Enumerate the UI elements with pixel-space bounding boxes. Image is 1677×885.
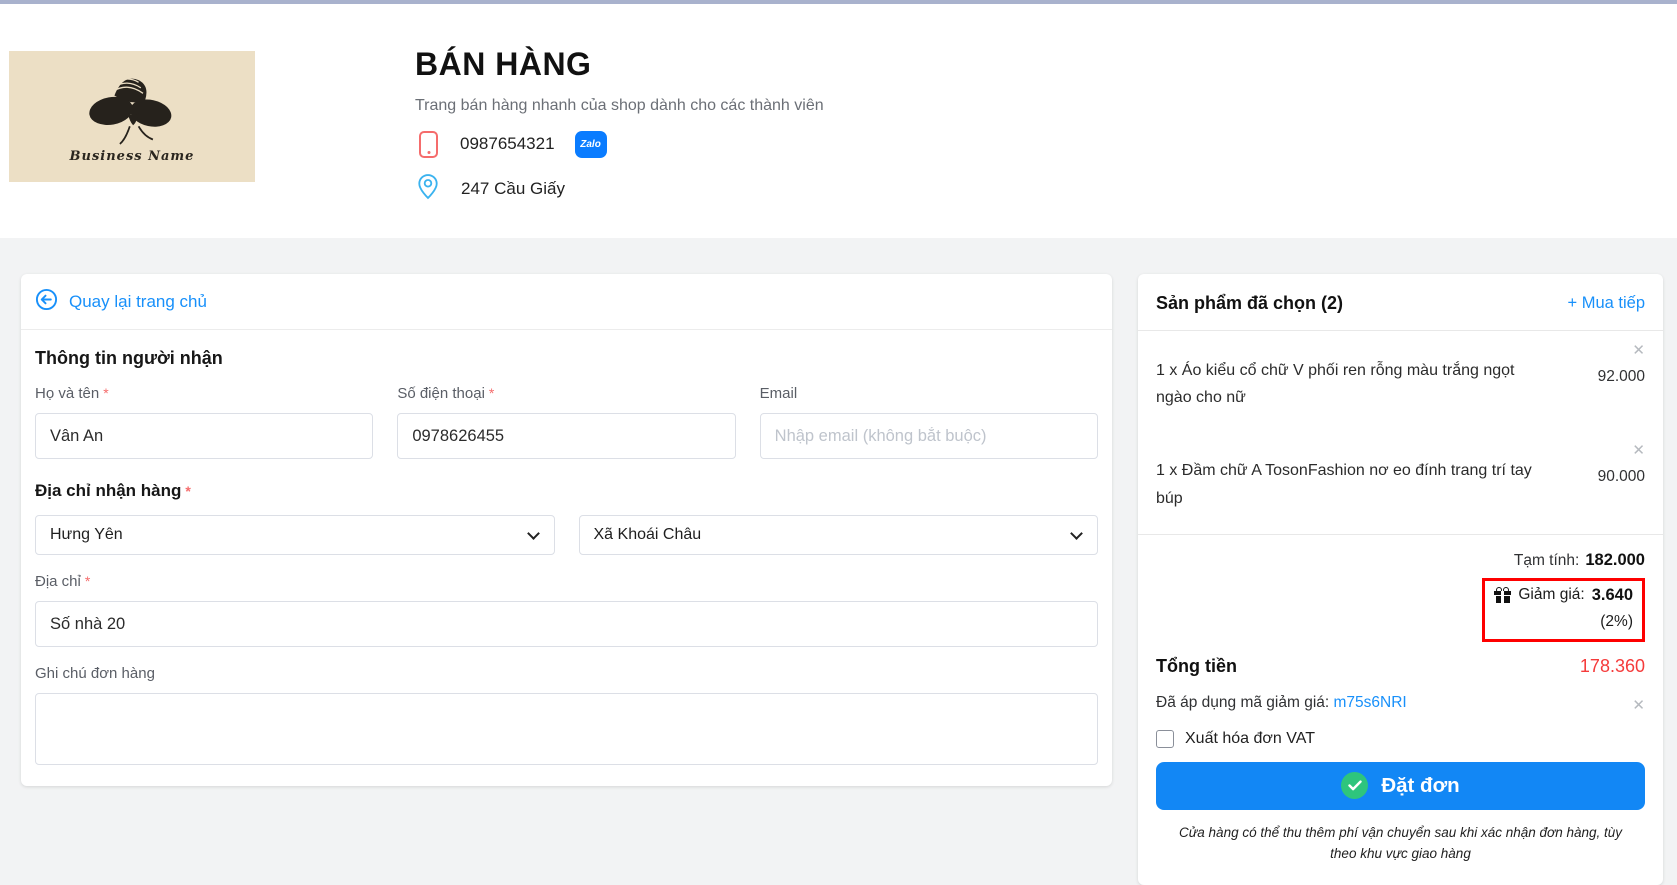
back-arrow-icon (35, 288, 58, 316)
back-home-label: Quay lại trang chủ (69, 292, 207, 312)
recipient-section-heading: Thông tin người nhận (35, 348, 1098, 369)
zalo-icon[interactable]: Zalo (575, 131, 607, 158)
address-row: 247 Cầu Giấy (415, 173, 824, 205)
discount-highlight-box: Giảm giá: 3.640 (2%) (1482, 578, 1645, 642)
subtotal-row: Tạm tính: 182.000 (1156, 551, 1645, 570)
shipping-note: Cửa hàng có thể thu thêm phí vận chuyển … (1138, 810, 1663, 885)
required-mark: * (85, 573, 90, 589)
ward-selected-value: Xã Khoái Châu (594, 526, 702, 544)
name-input[interactable] (35, 413, 373, 459)
remove-coupon-icon[interactable]: ✕ (1632, 690, 1645, 717)
buy-more-link[interactable]: + Mua tiếp (1567, 294, 1645, 313)
vat-checkbox[interactable] (1156, 730, 1174, 748)
shop-phone: 0987654321 (460, 134, 555, 154)
phone-icon (419, 131, 438, 158)
discount-label: Giảm giá: (1518, 586, 1584, 604)
phone-field-group: Số điện thoại* (397, 385, 735, 459)
cart-items-list: 1 x Áo kiểu cổ chữ V phối ren rỗng màu t… (1138, 331, 1663, 534)
shop-header: Business Name BÁN HÀNG Trang bán hàng nh… (0, 4, 1677, 238)
vat-row: Xuất hóa đơn VAT (1156, 730, 1645, 748)
coupon-row: Đã áp dụng mã giảm giá: m75s6NRI ✕ (1156, 690, 1645, 717)
total-value: 178.360 (1580, 656, 1645, 677)
phone-label: Số điện thoại* (397, 385, 735, 402)
remove-item-icon[interactable]: ✕ (1632, 335, 1645, 362)
back-row: Quay lại trang chủ (21, 274, 1112, 330)
phone-row: 0987654321 Zalo (415, 130, 824, 158)
page-title: BÁN HÀNG (415, 46, 824, 83)
shop-logo: Business Name (9, 51, 255, 182)
order-summary-header: Sản phẩm đã chọn (2) + Mua tiếp (1138, 274, 1663, 331)
email-input[interactable] (760, 413, 1098, 459)
email-field-group: Email (760, 385, 1098, 459)
required-mark: * (489, 385, 494, 401)
phone-input[interactable] (397, 413, 735, 459)
chevron-down-icon (1070, 527, 1083, 540)
total-label: Tổng tiền (1156, 656, 1237, 677)
page-subtitle: Trang bán hàng nhanh của shop dành cho c… (415, 97, 824, 115)
logo-illustration (77, 69, 187, 155)
address-section-heading: Địa chỉ nhận hàng* (35, 481, 1098, 501)
order-note-label: Ghi chú đơn hàng (35, 665, 1098, 682)
check-circle-icon (1341, 772, 1368, 799)
remove-item-icon[interactable]: ✕ (1632, 435, 1645, 462)
province-selected-value: Hưng Yên (50, 526, 123, 544)
back-home-link[interactable]: Quay lại trang chủ (35, 288, 207, 316)
applied-coupon-text: Đã áp dụng mã giảm giá: m75s6NRI (1156, 694, 1407, 712)
product-price: 92.000 (1598, 368, 1645, 386)
cart-item: 1 x Đầm chữ A TosonFashion nơ eo đính tr… (1156, 435, 1645, 511)
ward-select[interactable]: Xã Khoái Châu (579, 515, 1099, 555)
order-summary-panel: Sản phẩm đã chọn (2) + Mua tiếp 1 x Áo k… (1138, 274, 1663, 885)
selected-products-title: Sản phẩm đã chọn (2) (1156, 293, 1343, 314)
cart-item: 1 x Áo kiểu cổ chữ V phối ren rỗng màu t… (1156, 335, 1645, 411)
required-mark: * (185, 483, 190, 499)
discount-value: 3.640 (1592, 586, 1633, 605)
product-name: 1 x Đầm chữ A TosonFashion nơ eo đính tr… (1156, 435, 1544, 511)
subtotal-label: Tạm tính: (1514, 552, 1579, 569)
email-label: Email (760, 385, 1098, 402)
gift-icon (1494, 587, 1511, 603)
shop-address: 247 Cầu Giấy (461, 179, 565, 199)
place-order-label: Đặt đơn (1381, 774, 1459, 798)
name-field-group: Họ và tên* (35, 385, 373, 459)
address-label: Địa chỉ* (35, 573, 1098, 590)
subtotal-value: 182.000 (1585, 551, 1645, 569)
location-pin-icon (417, 173, 439, 205)
logo-text: Business Name (70, 149, 195, 164)
chevron-down-icon (527, 527, 540, 540)
place-order-button[interactable]: Đặt đơn (1156, 762, 1645, 810)
product-price: 90.000 (1598, 468, 1645, 486)
checkout-form-card: Quay lại trang chủ Thông tin người nhận … (21, 274, 1112, 786)
product-name: 1 x Áo kiểu cổ chữ V phối ren rỗng màu t… (1156, 335, 1544, 411)
total-row: Tổng tiền 178.360 (1156, 656, 1645, 677)
coupon-code: m75s6NRI (1334, 694, 1407, 711)
name-label: Họ và tên* (35, 385, 373, 402)
vat-label: Xuất hóa đơn VAT (1185, 730, 1315, 748)
required-mark: * (103, 385, 108, 401)
discount-percent: (2%) (1494, 613, 1633, 631)
address-input[interactable] (35, 601, 1098, 647)
province-select[interactable]: Hưng Yên (35, 515, 555, 555)
order-note-textarea[interactable] (35, 693, 1098, 765)
